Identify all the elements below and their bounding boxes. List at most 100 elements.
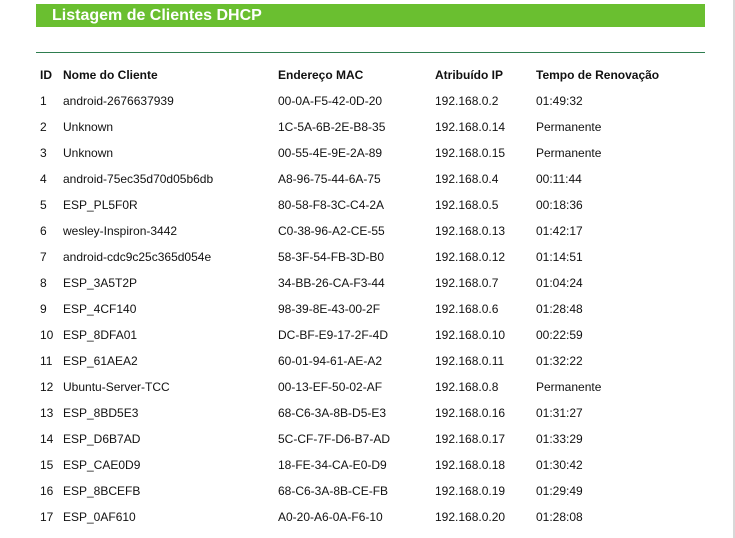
title-divider (36, 52, 705, 53)
table-row: 11 ESP_61AEA2 60-01-94-61-AE-A2 192.168.0.1… (35, 348, 676, 374)
cell-id: 6 (40, 224, 47, 238)
cell-mac-address: 18-FE-34-CA-E0-D9 (278, 458, 387, 472)
cell-lease-time: 01:28:08 (536, 510, 583, 524)
table-row: 12 Ubuntu-Server-TCC 00-13-EF-50-02-AF 192.… (35, 374, 676, 400)
cell-client-name: ESP_8BCEFB (63, 484, 141, 498)
cell-lease-time: Permanente (536, 146, 602, 160)
cell-assigned-ip: 192.168.0.6 (435, 302, 499, 316)
table-row: 16 ESP_8BCEFB 68-C6-3A-8B-CE-FB 192.168.0.1… (35, 478, 676, 504)
cell-id: 15 (40, 458, 54, 472)
cell-client-name: Unknown (63, 146, 114, 160)
cell-client-name: Ubuntu-Server-TCC (63, 380, 170, 394)
table-row: 1 android-2676637939 00-0A-F5-42-0D-20 192.… (35, 88, 676, 114)
cell-client-name: ESP_8BD5E3 (63, 406, 139, 420)
cell-mac-address: 00-0A-F5-42-0D-20 (278, 94, 383, 108)
cell-lease-time: 00:11:44 (536, 172, 582, 186)
page-title: Listagem de Clientes DHCP (52, 7, 262, 24)
cell-mac-address: DC-BF-E9-17-2F-4D (278, 328, 389, 342)
cell-client-name: android-2676637939 (63, 94, 174, 108)
cell-client-name: android-cdc9c25c365d054e (63, 250, 212, 264)
table-header-row: ID Nome do Cliente Endereço MAC Atribuíd… (35, 62, 676, 88)
cell-assigned-ip: 192.168.0.11 (435, 354, 505, 368)
cell-mac-address: 1C-5A-6B-2E-B8-35 (278, 120, 386, 134)
column-header-lease-time: Tempo de Renovação (536, 68, 660, 82)
cell-mac-address: A0-20-A6-0A-F6-10 (278, 510, 383, 524)
cell-mac-address: 58-3F-54-FB-3D-B0 (278, 250, 385, 264)
cell-client-name: ESP_CAE0D9 (63, 458, 141, 472)
dhcp-client-list-page: Listagem de Clientes DHCP ID Nome do Cli… (0, 0, 735, 538)
cell-assigned-ip: 192.168.0.12 (435, 250, 506, 264)
cell-mac-address: 80-58-F8-3C-C4-2A (278, 198, 385, 212)
cell-id: 4 (40, 172, 47, 186)
cell-id: 12 (40, 380, 54, 394)
cell-id: 3 (40, 146, 47, 160)
table-row: 4 android-75ec35d70d05b6db A8-96-75-44-6A-… (35, 166, 676, 192)
cell-client-name: ESP_61AEA2 (63, 354, 138, 368)
cell-mac-address: 5C-CF-7F-D6-B7-AD (278, 432, 391, 446)
cell-client-name: android-75ec35d70d05b6db (63, 172, 214, 186)
table-row: 10 ESP_8DFA01 DC-BF-E9-17-2F-4D 192.168.0.1… (35, 322, 676, 348)
clients-table-body: 1 android-2676637939 00-0A-F5-42-0D-20 192.… (35, 88, 676, 530)
cell-assigned-ip: 192.168.0.10 (435, 328, 506, 342)
cell-lease-time: 00:22:59 (536, 328, 583, 342)
cell-assigned-ip: 192.168.0.13 (435, 224, 506, 238)
cell-client-name: wesley-Inspiron-3442 (63, 224, 178, 238)
table-row: 5 ESP_PL5F0R 80-58-F8-3C-C4-2A 192.168.0.5 0… (35, 192, 676, 218)
title-bar: Listagem de Clientes DHCP (36, 4, 705, 27)
cell-lease-time: 01:30:42 (536, 458, 583, 472)
cell-id: 1 (40, 94, 47, 108)
cell-lease-time: 01:32:22 (536, 354, 583, 368)
cell-assigned-ip: 192.168.0.8 (435, 380, 499, 394)
cell-assigned-ip: 192.168.0.20 (435, 510, 506, 524)
cell-mac-address: 00-13-EF-50-02-AF (278, 380, 383, 394)
cell-client-name: ESP_0AF610 (63, 510, 136, 524)
cell-id: 10 (40, 328, 54, 342)
cell-lease-time: 01:31:27 (536, 406, 583, 420)
cell-client-name: ESP_3A5T2P (63, 276, 138, 290)
cell-mac-address: 68-C6-3A-8B-CE-FB (278, 484, 389, 498)
table-row: 2 Unknown 1C-5A-6B-2E-B8-35 192.168.0.14 Per… (35, 114, 676, 140)
column-header-assigned-ip: Atribuído IP (435, 68, 503, 82)
cell-id: 11 (40, 354, 53, 368)
table-row: 3 Unknown 00-55-4E-9E-2A-89 192.168.0.15 Per… (35, 140, 676, 166)
cell-mac-address: 98-39-8E-43-00-2F (278, 302, 381, 316)
cell-assigned-ip: 192.168.0.4 (435, 172, 499, 186)
cell-assigned-ip: 192.168.0.17 (435, 432, 506, 446)
table-row: 17 ESP_0AF610 A0-20-A6-0A-F6-10 192.168.0.2… (35, 504, 676, 530)
table-row: 15 ESP_CAE0D9 18-FE-34-CA-E0-D9 192.168.0.1… (35, 452, 676, 478)
table-row: 9 ESP_4CF140 98-39-8E-43-00-2F 192.168.0.6 0… (35, 296, 676, 322)
column-header-mac-address: Endereço MAC (278, 68, 364, 82)
cell-mac-address: 00-55-4E-9E-2A-89 (278, 146, 383, 160)
cell-assigned-ip: 192.168.0.19 (435, 484, 506, 498)
table-row: 7 android-cdc9c25c365d054e 58-3F-54-FB-3D-… (35, 244, 676, 270)
table-row: 13 ESP_8BD5E3 68-C6-3A-8B-D5-E3 192.168.0.1… (35, 400, 676, 426)
cell-id: 13 (40, 406, 54, 420)
cell-lease-time: Permanente (536, 120, 602, 134)
cell-lease-time: 01:04:24 (536, 276, 583, 290)
cell-assigned-ip: 192.168.0.18 (435, 458, 506, 472)
cell-lease-time: 01:49:32 (536, 94, 583, 108)
cell-id: 5 (40, 198, 47, 212)
cell-assigned-ip: 192.168.0.7 (435, 276, 499, 290)
cell-mac-address: 68-C6-3A-8B-D5-E3 (278, 406, 387, 420)
table-row: 8 ESP_3A5T2P 34-BB-26-CA-F3-44 192.168.0.7 0… (35, 270, 676, 296)
cell-mac-address: 34-BB-26-CA-F3-44 (278, 276, 385, 290)
cell-id: 14 (40, 432, 54, 446)
cell-mac-address: C0-38-96-A2-CE-55 (278, 224, 385, 238)
cell-client-name: ESP_8DFA01 (63, 328, 138, 342)
cell-id: 8 (40, 276, 47, 290)
cell-assigned-ip: 192.168.0.14 (435, 120, 506, 134)
cell-lease-time: 00:18:36 (536, 198, 583, 212)
cell-assigned-ip: 192.168.0.5 (435, 198, 499, 212)
cell-lease-time: Permanente (536, 380, 602, 394)
cell-id: 9 (40, 302, 47, 316)
cell-assigned-ip: 192.168.0.2 (435, 94, 499, 108)
cell-assigned-ip: 192.168.0.15 (435, 146, 506, 160)
cell-lease-time: 01:33:29 (536, 432, 583, 446)
cell-lease-time: 01:42:17 (536, 224, 583, 238)
column-header-id: ID (40, 68, 52, 82)
table-row: 6 wesley-Inspiron-3442 C0-38-96-A2-CE-55 19… (35, 218, 676, 244)
cell-lease-time: 01:28:48 (536, 302, 583, 316)
cell-id: 16 (40, 484, 54, 498)
dhcp-clients-table: ID Nome do Cliente Endereço MAC Atribuíd… (35, 62, 676, 530)
